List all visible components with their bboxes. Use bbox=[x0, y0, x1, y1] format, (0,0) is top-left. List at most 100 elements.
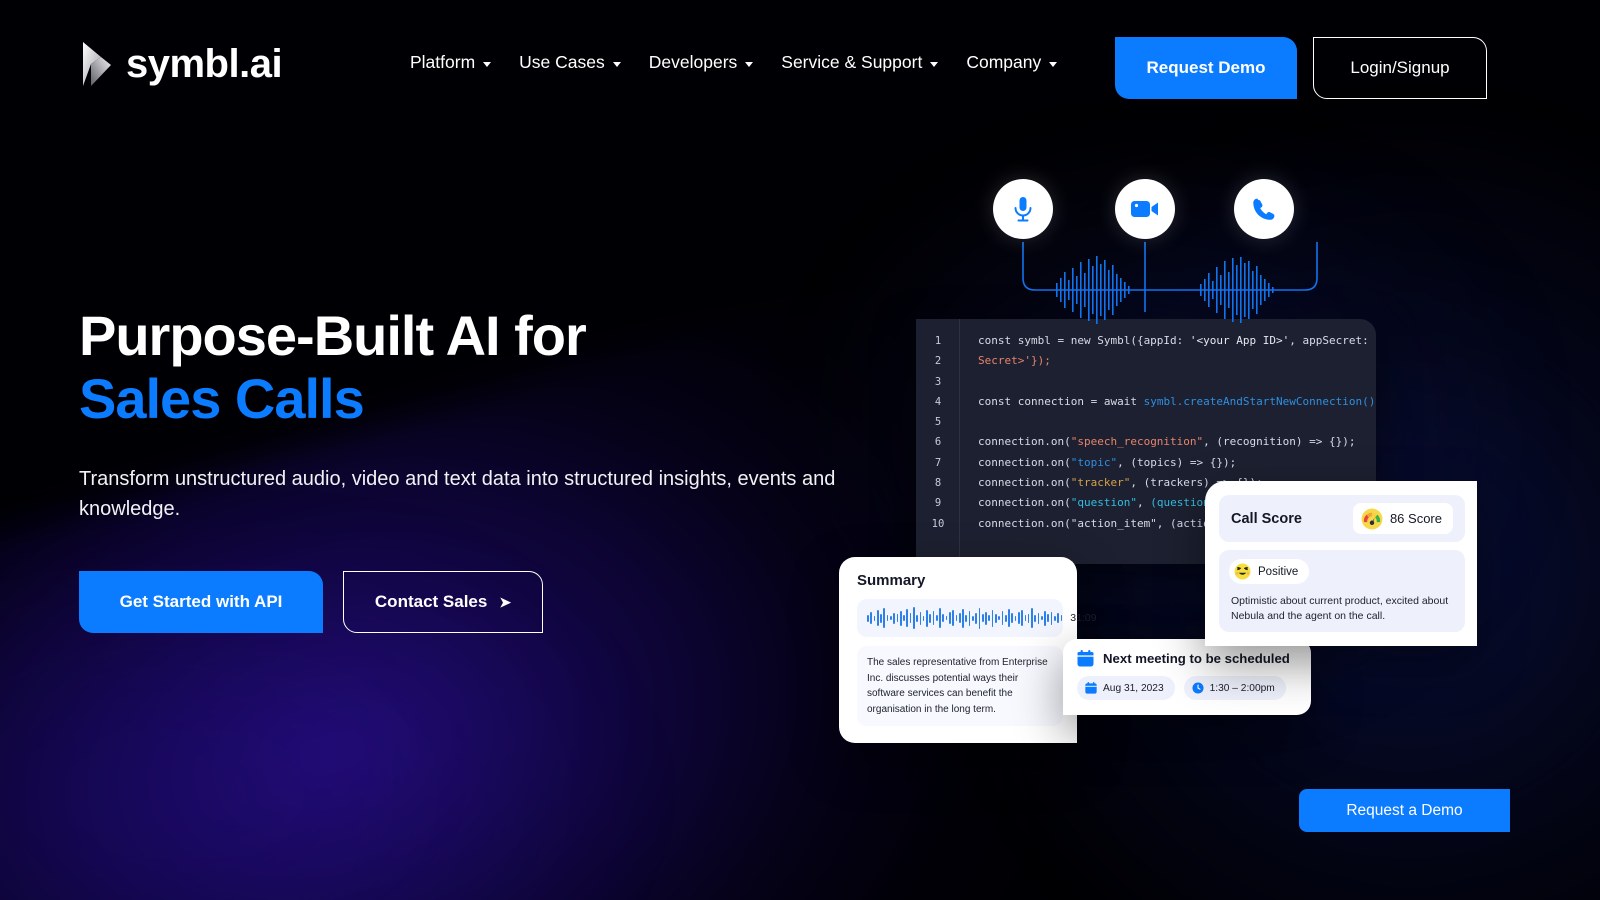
waveform-bar bbox=[1024, 615, 1027, 621]
symbl-diamond-logo-icon bbox=[83, 42, 111, 86]
hero-title-line1: Purpose-Built AI for bbox=[79, 304, 587, 367]
waveform-bar bbox=[965, 614, 968, 622]
code-line: 6 connection.on("speech_recognition", (re… bbox=[916, 432, 1376, 452]
code-line: 5 bbox=[916, 412, 1376, 432]
meeting-time-chip[interactable]: 1:30 – 2:00pm bbox=[1183, 676, 1286, 700]
waveform-bar bbox=[981, 614, 984, 622]
calendar-small-icon bbox=[1085, 682, 1097, 694]
nav-label: Company bbox=[966, 52, 1042, 72]
video-camera-icon bbox=[1131, 201, 1158, 217]
nav-label: Developers bbox=[648, 52, 738, 72]
code-line-number: 5 bbox=[934, 416, 942, 429]
clock-icon bbox=[1192, 682, 1204, 694]
nav-item-service-support[interactable]: Service & Support bbox=[767, 52, 952, 73]
waveform-bar bbox=[942, 614, 945, 622]
code-line: 7 connection.on("topic", (topics) => {}); bbox=[916, 453, 1376, 473]
call-score-pill[interactable]: 86 Score bbox=[1352, 503, 1453, 534]
waveform-bar bbox=[1060, 615, 1063, 621]
hero-section: Purpose-Built AI for Sales Calls Transfo… bbox=[79, 304, 839, 634]
smiling-face-icon bbox=[1234, 563, 1251, 580]
meeting-time-text: 1:30 – 2:00pm bbox=[1209, 682, 1275, 694]
waveform-bar bbox=[1047, 614, 1050, 622]
login-signup-button[interactable]: Login/Signup bbox=[1313, 37, 1487, 99]
chevron-down-icon bbox=[1049, 61, 1058, 67]
code-line-source: Secret>'}); bbox=[978, 354, 1051, 368]
waveform-bar bbox=[880, 613, 882, 623]
waveform-bar bbox=[896, 614, 899, 622]
summary-waveform-row[interactable]: 31:09 bbox=[857, 599, 1097, 637]
contact-sales-button[interactable]: Contact Sales ➤ bbox=[343, 571, 543, 634]
waveform-bar bbox=[975, 612, 977, 624]
summary-card-title: Summary bbox=[857, 572, 926, 589]
waveform-bar bbox=[926, 609, 928, 627]
waveform-bar bbox=[1054, 615, 1056, 621]
waveform-bar bbox=[1021, 610, 1023, 626]
code-line-source bbox=[960, 372, 978, 392]
waveform-bar bbox=[876, 610, 879, 626]
nav-item-use-cases[interactable]: Use Cases bbox=[505, 52, 635, 73]
waveform-bar bbox=[1017, 612, 1020, 624]
brand-logo[interactable]: symbl.ai bbox=[79, 40, 283, 88]
waveform-bar bbox=[1008, 609, 1010, 627]
site-header: symbl.ai Platform Use Cases Developers S… bbox=[0, 0, 1600, 138]
code-line-number: 7 bbox=[934, 456, 942, 469]
call-score-card: Call Score 86 Score Positive Optimistic … bbox=[1205, 481, 1477, 646]
waveform-bar bbox=[968, 610, 971, 626]
waveform-bar bbox=[1004, 614, 1007, 622]
waveform-bar bbox=[899, 610, 902, 626]
page-root: symbl.ai Platform Use Cases Developers S… bbox=[0, 0, 1600, 900]
waveform-bar bbox=[932, 611, 935, 625]
code-line: 4 const connection = await symbl.createAn… bbox=[916, 392, 1376, 412]
waveform-bar bbox=[1031, 608, 1033, 628]
request-demo-button[interactable]: Request Demo bbox=[1115, 37, 1297, 99]
waveform-bar bbox=[998, 616, 1000, 620]
waveform-bar bbox=[1040, 616, 1043, 620]
hero-subtitle: Transform unstructured audio, video and … bbox=[79, 468, 836, 521]
summary-card: Summary 31:09 The sales representative f… bbox=[839, 557, 1097, 743]
sentiment-description: Optimistic about current product, excite… bbox=[1231, 595, 1449, 623]
waveform-bar bbox=[1034, 614, 1037, 622]
next-meeting-header: Next meeting to be scheduled bbox=[1077, 650, 1299, 667]
channel-phone[interactable] bbox=[1234, 179, 1294, 239]
code-line-number: 4 bbox=[934, 395, 942, 408]
waveform-bar bbox=[994, 613, 997, 623]
code-line-number: 8 bbox=[934, 477, 942, 490]
summary-card-body: The sales representative from Enterprise… bbox=[857, 646, 1063, 726]
code-line-source: connection.on("topic", (topics) => {}); bbox=[978, 455, 1237, 469]
waveform-bar bbox=[939, 608, 941, 628]
summary-duration: 31:09 bbox=[1070, 612, 1097, 624]
waveform-bar bbox=[962, 608, 964, 628]
meeting-date-text: Aug 31, 2023 bbox=[1103, 682, 1164, 694]
waveform-bar bbox=[945, 616, 948, 620]
nav-item-developers[interactable]: Developers bbox=[635, 52, 768, 73]
floating-request-demo-button[interactable]: Request a Demo bbox=[1299, 789, 1510, 832]
waveform-bar bbox=[883, 608, 886, 628]
chevron-down-icon bbox=[745, 61, 754, 67]
waveform-bar bbox=[1037, 612, 1040, 624]
waveform-bar bbox=[867, 614, 869, 622]
hero-cta-row: Get Started with API Contact Sales ➤ bbox=[79, 571, 839, 634]
code-line-source bbox=[960, 412, 978, 432]
microphone-icon bbox=[1014, 197, 1032, 222]
sentiment-pill[interactable]: Positive bbox=[1229, 559, 1310, 584]
code-line: 2 Secret>'}); bbox=[916, 351, 1376, 371]
next-meeting-card: Next meeting to be scheduled Aug 31, 202… bbox=[1063, 639, 1311, 715]
audio-waveform-icon bbox=[867, 606, 1063, 630]
waveform-bar bbox=[1057, 613, 1059, 623]
channel-video[interactable] bbox=[1115, 179, 1175, 239]
waveform-bar bbox=[929, 613, 932, 623]
contact-sales-label: Contact Sales bbox=[374, 592, 488, 612]
waveform-bar bbox=[912, 607, 915, 629]
waveform-bar bbox=[949, 612, 951, 624]
waveform-bar bbox=[955, 615, 958, 621]
nav-item-platform[interactable]: Platform bbox=[410, 52, 505, 73]
nav-item-company[interactable]: Company bbox=[952, 52, 1071, 73]
channel-audio[interactable] bbox=[993, 179, 1053, 239]
meeting-date-chip[interactable]: Aug 31, 2023 bbox=[1077, 676, 1175, 700]
brand-name: symbl.ai bbox=[126, 42, 283, 86]
waveform-bar bbox=[1027, 613, 1030, 623]
phone-icon bbox=[1253, 198, 1275, 220]
hero-title-line2: Sales Calls bbox=[79, 366, 365, 430]
get-started-with-api-button[interactable]: Get Started with API bbox=[79, 571, 323, 634]
call-score-value: 86 Score bbox=[1389, 511, 1442, 526]
